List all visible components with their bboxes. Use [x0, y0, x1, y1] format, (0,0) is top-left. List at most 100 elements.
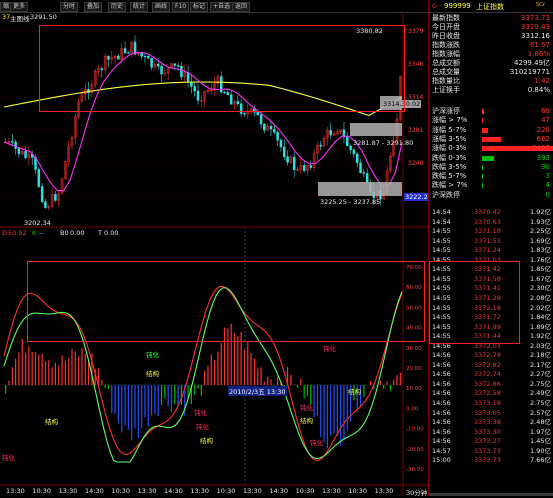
tick-row: 14:56 3373.27 1.45亿: [429, 437, 553, 446]
signal-mark: 结构: [45, 418, 58, 426]
candle-body: [359, 162, 362, 173]
breadth-bar: [482, 127, 489, 133]
tick-price: 3372.82: [474, 360, 501, 369]
candle-body: [355, 153, 359, 164]
candle-body: [37, 169, 41, 187]
tick-volume: 1.76亿: [530, 255, 551, 264]
breadth-key: 跌幅 0-3%: [432, 153, 467, 162]
signal-mark: 结构: [300, 417, 313, 425]
tick-time: 14:56: [432, 437, 451, 446]
b0-label: B0: [60, 229, 69, 237]
toolbar-button[interactable]: 画线: [152, 2, 171, 12]
toolbar-button[interactable]: 叠加: [84, 2, 103, 12]
time-axis-tick: 14:30: [269, 487, 289, 495]
tick-volume: 1.97亿: [530, 427, 551, 436]
quote-value: 4299.49亿: [514, 59, 550, 67]
breadth-value: 47: [541, 116, 550, 125]
candle-body: [349, 145, 352, 151]
sub-indicator-k-label: K: [32, 229, 37, 237]
quote-value: 1.42: [534, 77, 550, 85]
tick-time: 14:57: [432, 446, 451, 455]
signal-mark: 结构: [146, 370, 159, 378]
quote-panel: 最新指数 3373.73 今日开盘 3329.43 昨日收盘 3312.16 指数涨跌 61.…: [428, 0, 553, 496]
tick-volume: 2.02亿: [530, 303, 551, 312]
tick-volume: 2.48亿: [530, 418, 551, 427]
tick-volume: 2.18亿: [530, 351, 551, 360]
time-axis-tick: 14:30: [85, 487, 104, 495]
candle-body: [319, 144, 322, 147]
price-scale-label: 3346: [408, 61, 423, 68]
quote-row: 指数涨幅 1.86%: [432, 50, 550, 59]
tick-volume: 1.85亿: [530, 265, 551, 274]
signal-mark: 钝化: [323, 345, 336, 353]
t-label: T: [98, 229, 102, 237]
tick-price: 3373.38: [474, 418, 501, 427]
candle-body: [256, 112, 259, 116]
current-price-tag: 3222.2: [404, 193, 429, 201]
toolbar-button[interactable]: 历史: [108, 2, 127, 12]
tick-time: 14:56: [432, 399, 451, 407]
tick-volume: 2.25亿: [530, 227, 551, 236]
quote-value: 3373.73: [521, 14, 550, 22]
tick-volume: 7.66亿: [530, 456, 551, 465]
time-axis-tick: 13:30: [374, 487, 394, 495]
signal-mark: 结构: [200, 437, 213, 445]
time-axis-tick: 10:30: [348, 487, 368, 495]
breadth-bar: [482, 109, 485, 114]
toolbar-button[interactable]: 分时: [60, 2, 79, 12]
candle-body: [309, 165, 313, 168]
cursor-date-label: 2010/2/3五 13:30: [228, 386, 287, 396]
toolbar-button[interactable]: 统计: [130, 2, 149, 12]
breadth-bar: [482, 174, 483, 180]
candle-body: [352, 149, 356, 155]
toolbar-button[interactable]: 返回: [232, 2, 251, 12]
tick-row: 14:56 3373.19 2.75亿: [429, 399, 553, 408]
breadth-value: 0: [545, 190, 550, 199]
candle-body: [273, 128, 276, 133]
candle-body: [279, 139, 283, 148]
tick-time: 14:54: [432, 208, 451, 216]
tick-price: 3371.53: [474, 236, 501, 245]
t-value: 0.00: [104, 229, 119, 237]
candle-body: [283, 146, 286, 157]
quote-value: 1.86%: [527, 50, 550, 58]
candle-body: [243, 113, 246, 115]
tick-volume: 2.03亿: [530, 341, 551, 350]
candle-body: [24, 151, 27, 158]
time-axis-tick: 10:30: [32, 487, 52, 495]
breadth-bar: [482, 118, 484, 124]
breadth-row: 跌幅 > 7% 4: [432, 181, 550, 190]
quote-key: 上证换手: [432, 86, 460, 94]
signal-mark: 钝化: [300, 404, 313, 412]
toolbar-button[interactable]: +自选: [210, 2, 234, 12]
tick-volume: 2.30亿: [530, 284, 551, 293]
quote-key: 指数量比: [432, 77, 460, 85]
breadth-row: 涨幅 3-5% 662: [432, 135, 550, 144]
tick-time: 14:56: [432, 389, 451, 398]
toolbar-button[interactable]: 标记: [190, 2, 209, 12]
sub-indicator-prefix: D: [2, 229, 8, 237]
tick-time: 14:55: [432, 246, 451, 255]
tick-row: 14:54 3370.42 1.92亿: [429, 208, 553, 217]
toolbar-button[interactable]: 更多: [10, 2, 29, 12]
tick-time: 14:56: [432, 351, 451, 360]
tick-time: 14:56: [432, 427, 451, 436]
quote-value: 61.57: [529, 41, 550, 49]
tick-price: 3373.05: [474, 408, 501, 417]
breadth-value: 2467: [532, 144, 550, 153]
chart-area: 33793346331432813248321570.0060.0050.004…: [0, 12, 429, 497]
breadth-row: 涨幅 5-7% 228: [432, 126, 550, 135]
breadth-bar: [482, 164, 483, 170]
candle-body: [302, 165, 306, 171]
highlight-box-sub: [27, 261, 425, 342]
quote-row: 最新指数 3373.73: [432, 14, 550, 23]
time-axis-tick: 13:30: [6, 487, 25, 495]
breadth-bar: [482, 155, 494, 161]
time-axis-tick: 10:30: [111, 487, 131, 495]
toolbar-button[interactable]: F10: [172, 2, 190, 12]
tick-time: 14:56: [432, 370, 451, 379]
candle-body: [276, 131, 279, 141]
quote-key: 指数涨跌: [432, 41, 460, 49]
quote-value: 310219771: [509, 68, 550, 76]
tick-price: 3373.19: [474, 399, 501, 407]
